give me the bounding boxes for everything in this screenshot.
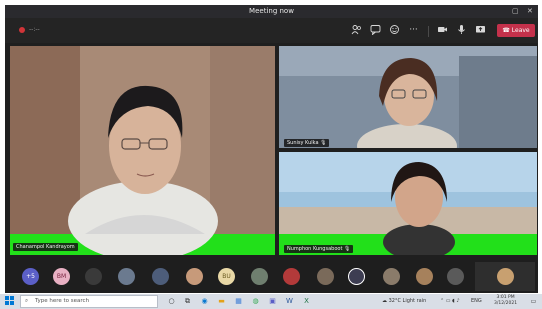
word-icon[interactable]: W — [284, 296, 295, 307]
window-title: Meeting now — [249, 7, 294, 15]
notifications-icon[interactable]: ▭ — [528, 296, 539, 307]
file-explorer-icon[interactable]: ▬ — [216, 296, 227, 307]
system-tray-icons[interactable]: ⌃ ▭ ◖ ♪ — [440, 298, 460, 304]
participant-name-tag: Chanampol Kandrayom — [13, 243, 78, 251]
participant-name: Sunisy Kulka — [287, 140, 319, 146]
people-icon[interactable] — [350, 24, 363, 37]
language-indicator[interactable]: ENG — [471, 298, 482, 304]
share-screen-icon[interactable] — [474, 24, 487, 37]
task-view-icon[interactable]: ⧉ — [182, 296, 193, 307]
participant-name: Chanampol Kandrayom — [16, 244, 75, 250]
leave-button[interactable]: ☎ Leave — [497, 24, 535, 37]
edge-icon[interactable]: ◉ — [199, 296, 210, 307]
camera-icon[interactable] — [436, 24, 449, 37]
taskbar-search-input[interactable]: ⌕ Type here to search — [20, 295, 158, 308]
chat-icon[interactable] — [369, 24, 382, 37]
avatar[interactable] — [186, 268, 203, 285]
avatar[interactable] — [447, 268, 464, 285]
reactions-icon[interactable] — [388, 24, 401, 37]
phone-hangup-icon: ☎ — [502, 27, 512, 34]
mic-off-icon: 🎙 — [344, 246, 351, 252]
windows-start-icon[interactable] — [4, 296, 15, 307]
participant-video — [279, 152, 537, 255]
store-icon[interactable]: ▦ — [233, 296, 244, 307]
chrome-icon[interactable]: ◍ — [250, 296, 261, 307]
leave-label: Leave — [511, 27, 530, 34]
avatar-active-speaker[interactable] — [348, 268, 365, 285]
windows-taskbar: ⌕ Type here to search ○ ⧉ ◉ ▬ ▦ ◍ ▣ W X … — [0, 294, 542, 309]
participant-name: Numphon Kungsaboot — [287, 246, 343, 252]
weather-widget[interactable]: ☁ 32°C Light rain — [382, 298, 426, 304]
mic-off-icon: 🎙 — [320, 140, 327, 146]
avatar — [497, 268, 514, 285]
avatar[interactable] — [416, 268, 433, 285]
meeting-toolbar: --:-- ··· ☎ Leave — [5, 18, 538, 43]
avatar[interactable] — [251, 268, 268, 285]
video-tile-main[interactable]: Chanampol Kandrayom — [10, 46, 275, 255]
search-placeholder: Type here to search — [35, 298, 90, 304]
participant-name-tag: Sunisy Kulka 🎙 — [284, 139, 330, 147]
recording-indicator-icon — [19, 27, 25, 33]
video-tile-2[interactable]: Sunisy Kulka 🎙 — [279, 46, 537, 148]
avatar[interactable] — [85, 268, 102, 285]
participant-video — [279, 46, 537, 148]
title-bar: Meeting now ▢ ✕ — [5, 5, 538, 18]
self-view-tile[interactable] — [475, 262, 535, 291]
weather-text: 32°C Light rain — [388, 298, 427, 304]
participant-name-tag: Numphon Kungsaboot 🎙 — [284, 245, 354, 253]
search-icon: ⌕ — [25, 298, 29, 304]
cortana-icon[interactable]: ○ — [166, 296, 177, 307]
avatar[interactable] — [283, 268, 300, 285]
overflow-count-badge[interactable]: +5 — [22, 268, 39, 285]
avatar[interactable]: BU — [218, 268, 235, 285]
close-icon[interactable]: ✕ — [527, 7, 533, 15]
restore-icon[interactable]: ▢ — [512, 7, 519, 15]
avatar[interactable]: BM — [53, 268, 70, 285]
participant-gallery: +5 BM BU — [5, 260, 538, 293]
participant-video — [10, 46, 275, 255]
avatar[interactable] — [152, 268, 169, 285]
clock-date: 3/12/2021 — [494, 301, 518, 306]
mic-icon[interactable] — [455, 24, 468, 37]
avatar[interactable] — [118, 268, 135, 285]
teams-icon[interactable]: ▣ — [267, 296, 278, 307]
avatar[interactable] — [383, 268, 400, 285]
taskbar-clock[interactable]: 3:01 PM 3/12/2021 — [494, 295, 517, 307]
toolbar-divider — [428, 26, 429, 37]
more-icon[interactable]: ··· — [407, 24, 420, 37]
cloud-rain-icon: ☁ — [382, 298, 389, 304]
avatar[interactable] — [317, 268, 334, 285]
excel-icon[interactable]: X — [301, 296, 312, 307]
video-tile-3[interactable]: Numphon Kungsaboot 🎙 — [279, 152, 537, 255]
meeting-timer: --:-- — [29, 26, 40, 33]
teams-meeting-window: Meeting now ▢ ✕ --:-- ··· ☎ Leave Chanam… — [5, 5, 538, 293]
